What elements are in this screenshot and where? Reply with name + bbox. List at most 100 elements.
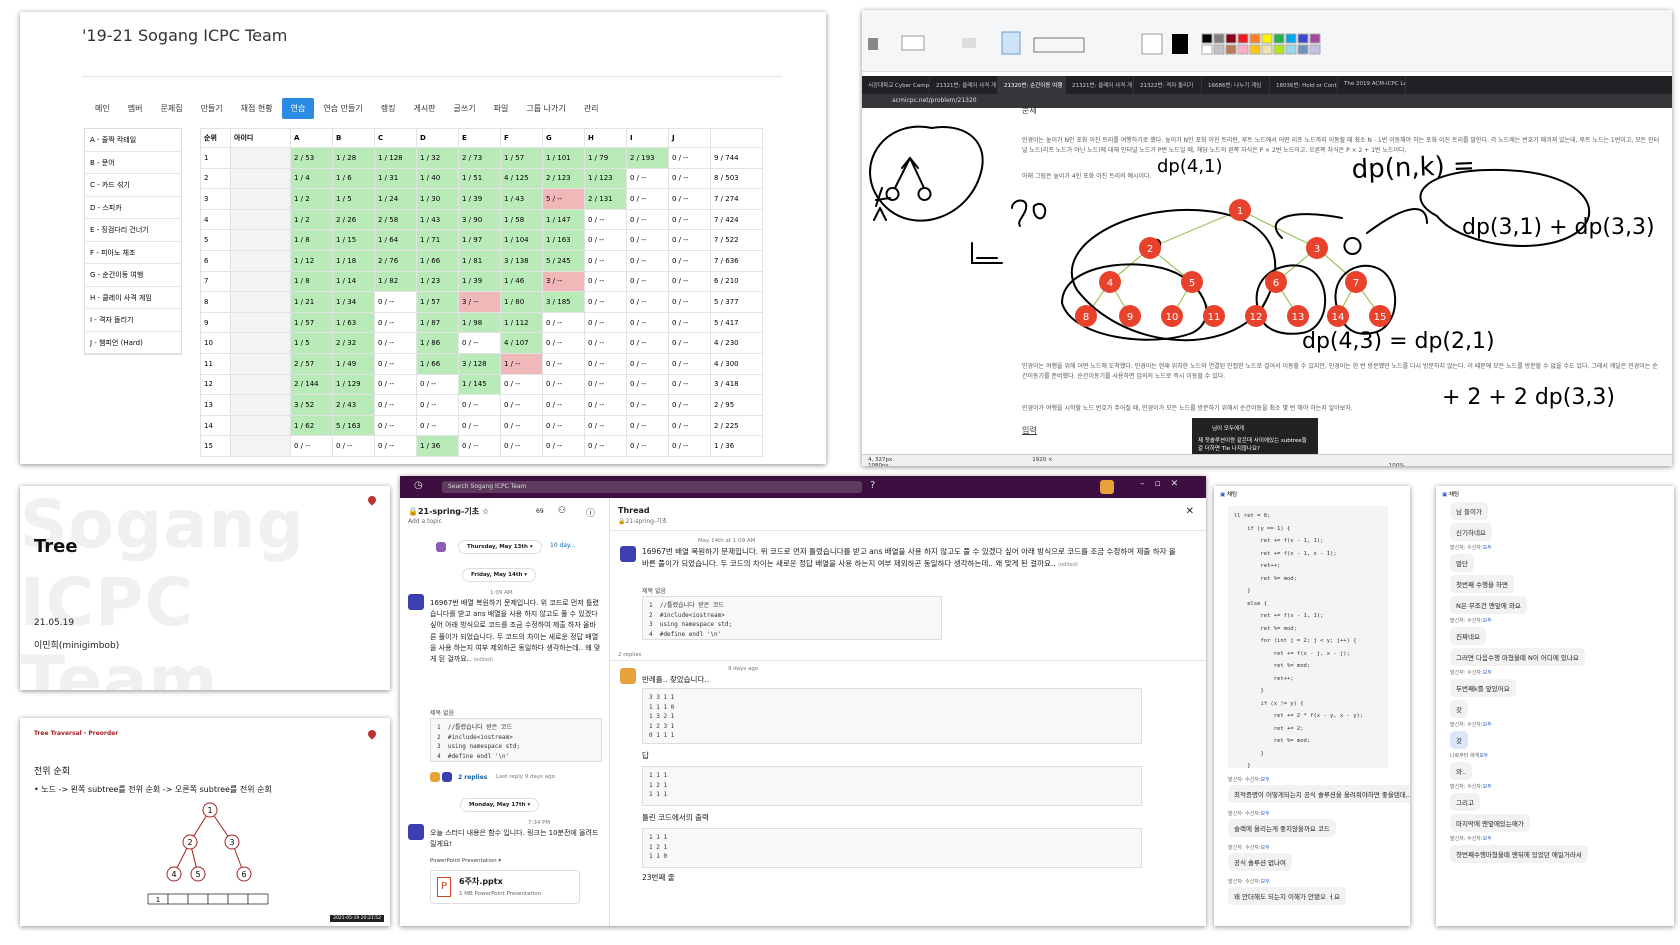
avatar[interactable] xyxy=(1100,480,1114,494)
info-icon[interactable]: ⓘ xyxy=(586,506,595,519)
user-avatar[interactable] xyxy=(620,546,636,562)
address-bar[interactable]: acmicpc.net/problem/21320 xyxy=(862,94,1672,108)
browser-tab[interactable]: 18036번: Hold or Contin xyxy=(1270,76,1338,94)
palette-swatch[interactable] xyxy=(1309,33,1321,44)
browser-tab[interactable]: 서강대학교 Cyber Camp xyxy=(862,76,930,94)
nav-tab[interactable]: 관리 xyxy=(575,98,608,119)
recipient-name[interactable]: 모두 xyxy=(1483,545,1492,551)
palette-swatch[interactable] xyxy=(1273,33,1285,44)
user-avatar[interactable] xyxy=(408,824,424,840)
problem-item[interactable]: D - 스피카 xyxy=(85,197,181,219)
problem-item[interactable]: I - 격자 돌리기 xyxy=(85,309,181,332)
palette-swatch[interactable] xyxy=(1213,33,1225,44)
problem-item[interactable]: C - 카드 섞기 xyxy=(85,174,181,197)
problem-item[interactable]: B - 문어 xyxy=(85,152,181,174)
date-divider[interactable]: Friday, May 14th ▾ xyxy=(462,568,537,582)
date-divider[interactable]: Monday, May 17th ▾ xyxy=(460,798,540,812)
date-divider[interactable]: Thursday, May 13th ▾ xyxy=(458,540,542,554)
column-header: F xyxy=(500,128,543,148)
nav-tab[interactable]: 파일 xyxy=(485,98,518,119)
code-snippet[interactable]: 1 //틀렸습니다 받은 코드 2 #include<iostream> 3 u… xyxy=(430,718,602,762)
reply-teaser[interactable]: 10 day... xyxy=(550,542,575,549)
nav-tab[interactable]: 연습 xyxy=(281,98,315,119)
palette-swatch[interactable] xyxy=(1225,33,1237,44)
recipient-name[interactable]: 모두 xyxy=(1261,879,1270,885)
channel-topic[interactable]: Add a topic xyxy=(408,518,442,525)
recipient-name[interactable]: 모두 xyxy=(1261,811,1270,817)
recipient-name[interactable]: 모두 xyxy=(1483,836,1492,842)
snippet-title[interactable]: 제목 없음 xyxy=(642,586,666,595)
palette-swatch[interactable] xyxy=(1249,44,1261,55)
problem-item[interactable]: H - 클레이 사격 게임 xyxy=(85,287,181,309)
member-count[interactable]: 69 xyxy=(536,508,544,515)
palette-swatch[interactable] xyxy=(1261,44,1273,55)
problem-item[interactable]: F - 피아노 체조 xyxy=(85,242,181,264)
nav-tab[interactable]: 멤버 xyxy=(119,98,152,119)
whiteboard-drawing[interactable]: 12 34 5 6 78 9 10 11 12 13 14 15 dp(4,1) dp(n,k) =dp… xyxy=(862,108,1672,454)
palette-swatch[interactable] xyxy=(1309,44,1321,55)
window-controls-icon[interactable]: –▫✕ xyxy=(1140,479,1188,489)
recipient-name[interactable]: 모두 xyxy=(1483,784,1492,790)
browser-tab[interactable]: 21321번: 클레이 사격 게 xyxy=(1066,76,1134,94)
user-avatar[interactable] xyxy=(436,542,446,552)
problem-item[interactable]: A - 줄짝 칵테일 xyxy=(85,129,181,152)
recipient-name[interactable]: 모두 xyxy=(1261,777,1270,783)
status-item: 100% xyxy=(1388,463,1405,466)
code-snippet[interactable]: 1 //틀렸습니다 받은 코드 2 #include<iostream> 3 u… xyxy=(642,596,942,640)
problem-cell: 1 / 30 xyxy=(416,188,459,210)
palette-swatch[interactable] xyxy=(1201,44,1213,55)
problem-item[interactable]: G - 순간이동 여행 xyxy=(85,264,181,287)
browser-tab[interactable]: 16686번: 나누기 게임 xyxy=(1202,76,1270,94)
nav-tab[interactable]: 랭킹 xyxy=(372,98,405,119)
palette-swatch[interactable] xyxy=(1297,44,1309,55)
ribbon-tools-icon[interactable] xyxy=(862,10,1672,72)
user-avatar[interactable] xyxy=(408,594,424,610)
palette-swatch[interactable] xyxy=(1201,33,1213,44)
help-icon[interactable]: ? xyxy=(870,480,875,491)
snippet-title[interactable]: 제목 없음 xyxy=(430,708,454,717)
recipient-name[interactable]: 모두 xyxy=(1479,753,1488,759)
rank-cell: 3 xyxy=(200,188,231,210)
chat-message: 첫번째 수행을 하면 xyxy=(1450,575,1514,593)
close-icon[interactable]: ✕ xyxy=(1186,506,1194,517)
user-id-cell xyxy=(230,270,291,293)
nav-tab[interactable]: 만들기 xyxy=(192,98,232,119)
palette-swatch[interactable] xyxy=(1237,44,1249,55)
recipient-name[interactable]: 모두 xyxy=(1483,618,1492,624)
add-member-icon[interactable]: ⚇ xyxy=(558,506,566,516)
nav-tab[interactable]: 글쓰기 xyxy=(445,98,485,119)
nav-tab[interactable]: 그룹 나가기 xyxy=(517,98,574,119)
browser-tab[interactable]: 21321번: 클레이 사격 게 xyxy=(930,76,998,94)
recipient-name[interactable]: 모두 xyxy=(1483,670,1492,676)
nav-tab[interactable]: 문제집 xyxy=(151,98,191,119)
rank-cell: 11 xyxy=(200,352,231,375)
channel-name[interactable]: 🔒21-spring-기초 ☆ xyxy=(408,506,489,517)
palette-swatch[interactable] xyxy=(1249,33,1261,44)
palette-swatch[interactable] xyxy=(1261,33,1273,44)
thread-channel[interactable]: 🔒21-spring-기초 xyxy=(618,516,667,525)
replies-link[interactable]: 2 replies xyxy=(458,774,487,781)
nav-tab[interactable]: 메인 xyxy=(86,98,119,119)
nav-tab[interactable]: 채점 현황 xyxy=(232,98,282,119)
browser-tab[interactable]: 21322번: 격자 돌리기 xyxy=(1134,76,1202,94)
user-avatar[interactable] xyxy=(620,668,636,684)
history-icon[interactable]: ◷ xyxy=(414,480,423,491)
nav-tab[interactable]: 연습 만들기 xyxy=(314,98,371,119)
palette-swatch[interactable] xyxy=(1285,44,1297,55)
recipient-name[interactable]: 모두 xyxy=(1483,722,1492,728)
palette-swatch[interactable] xyxy=(1273,44,1285,55)
palette-swatch[interactable] xyxy=(1285,33,1297,44)
problem-item[interactable]: J - 챔피언 (Hard) xyxy=(85,332,181,354)
problem-item[interactable]: E - 징검다리 건너기 xyxy=(85,219,181,242)
palette-swatch[interactable] xyxy=(1225,44,1237,55)
file-attachment[interactable]: P 6주차.pptx 1 MB PowerPoint Presentation xyxy=(430,870,580,904)
search-input[interactable]: Search Sogang ICPC Team xyxy=(442,481,862,493)
browser-tab[interactable]: The 2019 ACM-ICPC Lati xyxy=(1338,76,1406,94)
nav-tab[interactable]: 게시판 xyxy=(404,98,444,119)
problem-cell: 0 / -- xyxy=(668,435,711,457)
browser-tab[interactable]: 21320번: 순간이동 여행 xyxy=(998,76,1066,94)
palette-swatch[interactable] xyxy=(1237,33,1249,44)
recipient-name[interactable]: 모두 xyxy=(1261,845,1270,851)
palette-swatch[interactable] xyxy=(1297,33,1309,44)
palette-swatch[interactable] xyxy=(1213,44,1225,55)
